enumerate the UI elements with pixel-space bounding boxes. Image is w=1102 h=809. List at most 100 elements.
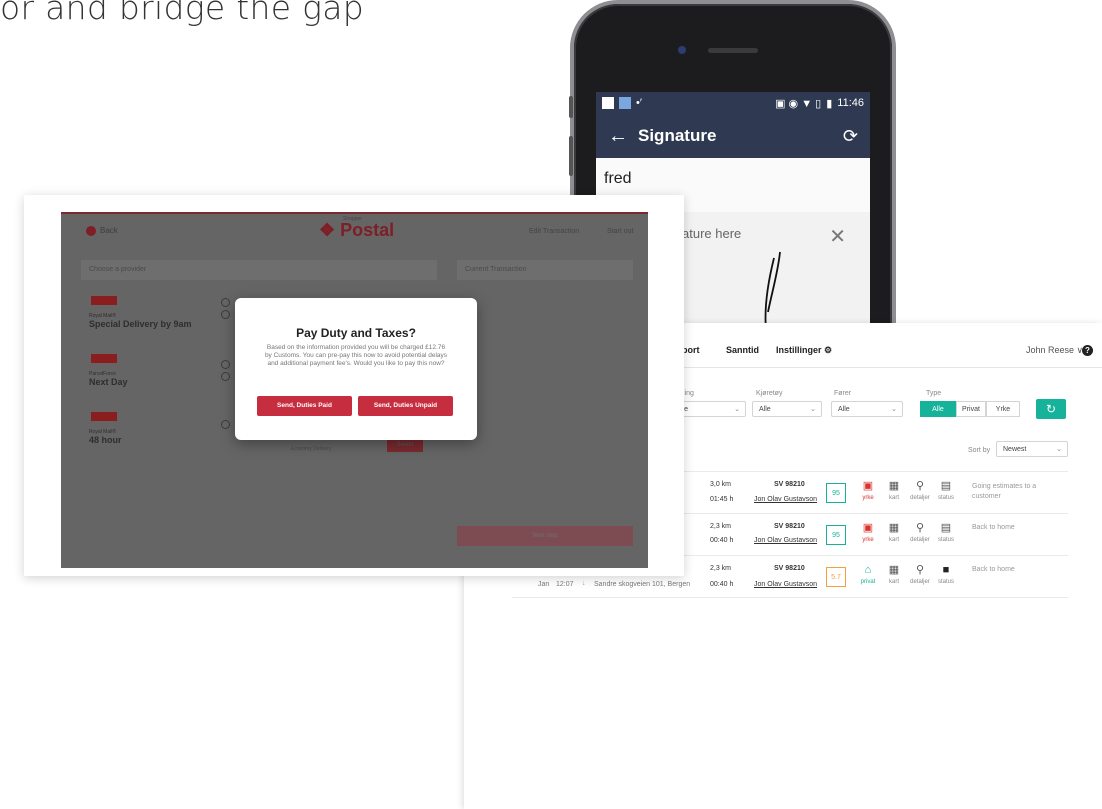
- map-icon: ▦: [888, 480, 900, 492]
- nav-tab-sanntid[interactable]: Sanntid: [726, 345, 759, 355]
- back-button[interactable]: Back: [86, 226, 118, 236]
- chevron-down-icon: ⌄: [891, 406, 897, 413]
- map-button[interactable]: ▦ kart: [882, 480, 906, 501]
- trip-type-label: yrke: [862, 537, 874, 543]
- status-button[interactable]: ▤ status: [934, 522, 958, 543]
- phone-camera: [678, 46, 686, 54]
- details-button[interactable]: ⚲ detaljer: [908, 564, 932, 585]
- nav-tab-report[interactable]: port: [682, 345, 700, 355]
- notification-icon: [602, 97, 614, 109]
- help-icon[interactable]: ?: [1082, 345, 1093, 356]
- back-icon: [86, 226, 96, 236]
- driver-link[interactable]: Jon Olav Gustavson: [754, 496, 817, 503]
- details-label: detaljer: [910, 579, 930, 585]
- status-label: status: [937, 495, 954, 501]
- wifi-calling-icon: •′: [636, 97, 642, 109]
- provider-option[interactable]: Royal Mail® 48 hour: [89, 412, 122, 445]
- rotate-screen-icon[interactable]: ⟳: [843, 126, 858, 147]
- lock-open-icon: ▤: [940, 480, 952, 492]
- delivery-radio[interactable]: [221, 360, 230, 369]
- filter-label-driver: Fører: [834, 390, 852, 397]
- status-label: status: [937, 537, 954, 543]
- app-bar: ← Signature ⟳: [596, 114, 870, 158]
- delivery-option-label: Economy Delivery: [291, 446, 332, 452]
- nav-tab-instillinger[interactable]: Instillinger ⚙: [776, 345, 832, 356]
- send-duties-unpaid-button[interactable]: Send, Duties Unpaid: [358, 396, 453, 416]
- signal-icons: ▣ ◉ ▼ ▯: [775, 97, 822, 110]
- sort-value: Newest: [1003, 446, 1027, 453]
- next-step-button[interactable]: Next step: [457, 526, 633, 546]
- details-button[interactable]: ⚲ detaljer: [908, 480, 932, 501]
- filter-value-driver: Alle: [838, 406, 850, 413]
- trip-clock: 12:07: [556, 581, 574, 588]
- type-toggle-private[interactable]: Privat: [956, 401, 986, 417]
- map-button[interactable]: ▦ kart: [882, 564, 906, 585]
- delivery-radio[interactable]: [221, 310, 230, 319]
- status-button[interactable]: ▤ status: [934, 480, 958, 501]
- type-toggle-all[interactable]: Alle: [920, 401, 956, 417]
- trip-status: Back to home: [972, 566, 1015, 573]
- map-icon: ▦: [888, 522, 900, 534]
- trip-status: Back to home: [972, 524, 1015, 531]
- trip-type-work: ▣ yrke: [856, 522, 880, 543]
- delivery-radio[interactable]: [221, 420, 230, 429]
- type-toggle-work[interactable]: Yrke: [986, 401, 1020, 417]
- provider-name: Next Day: [89, 377, 128, 387]
- lock-open-icon: ▤: [940, 522, 952, 534]
- trip-type-work: ▣ yrke: [856, 480, 880, 501]
- trip-distance: 2,3 km: [710, 523, 732, 530]
- back-arrow-icon[interactable]: ←: [608, 125, 638, 148]
- status-label: status: [937, 579, 954, 585]
- filter-select-1[interactable]: lle ⌄: [674, 401, 746, 417]
- trip-duration: 01:45 h: [710, 496, 734, 503]
- screen-title: Signature: [638, 126, 717, 145]
- brand-name: Postal: [340, 220, 395, 240]
- sort-select[interactable]: Newest ⌄: [996, 441, 1068, 457]
- trip-type-label: yrke: [862, 495, 874, 501]
- status-button[interactable]: ■ status: [934, 564, 958, 585]
- details-label: detaljer: [910, 495, 930, 501]
- vehicle-plate: SV 98210: [774, 481, 805, 488]
- filter-select-driver[interactable]: Alle ⌄: [831, 401, 903, 417]
- back-label: Back: [100, 226, 118, 236]
- app-notification-icon: [619, 97, 631, 109]
- trip-distance: 2,3 km: [710, 565, 732, 572]
- delivery-radio[interactable]: [221, 372, 230, 381]
- package-icon: ❖: [319, 220, 336, 240]
- modal-body: Based on the information provided you wi…: [264, 344, 448, 367]
- refresh-icon[interactable]: ↻: [1036, 399, 1066, 419]
- phone-speaker: [708, 48, 758, 53]
- arrow-down-icon: ↓: [582, 580, 586, 587]
- edit-transaction-link[interactable]: Edit Transaction: [529, 228, 579, 235]
- send-duties-paid-button[interactable]: Send, Duties Paid: [257, 396, 352, 416]
- provider-name: 48 hour: [89, 435, 122, 445]
- driver-link[interactable]: Jon Olav Gustavson: [754, 537, 817, 544]
- provider-option[interactable]: Royal Mail® Special Delivery by 9am: [89, 296, 192, 329]
- map-button[interactable]: ▦ kart: [882, 522, 906, 543]
- delivery-radio[interactable]: [221, 298, 230, 307]
- driver-link[interactable]: Jon Olav Gustavson: [754, 581, 817, 588]
- provider-option[interactable]: ParcelForce Next Day: [89, 354, 128, 387]
- filter-select-vehicle[interactable]: Alle ⌄: [752, 401, 822, 417]
- details-label: detaljer: [910, 537, 930, 543]
- user-menu[interactable]: John Reese ∨: [1026, 345, 1083, 356]
- select-provider-button[interactable]: Select: [387, 438, 423, 452]
- magnifier-icon: ⚲: [915, 480, 925, 492]
- start-out-link[interactable]: Start out: [607, 228, 633, 235]
- magnifier-icon: ⚲: [915, 522, 925, 534]
- table-bottom-border: [512, 597, 1068, 598]
- postal-logo: Shopper ❖ Postal: [319, 216, 395, 241]
- trip-duration: 00:40 h: [710, 581, 734, 588]
- map-label: kart: [888, 579, 899, 585]
- modal-title: Pay Duty and Taxes?: [296, 326, 416, 340]
- trip-duration: 00:40 h: [710, 537, 734, 544]
- status-time: 11:46: [837, 97, 864, 109]
- briefcase-icon: ▣: [862, 522, 874, 534]
- trip-status: Going estimates to a customer: [972, 483, 1037, 500]
- postal-header: Back Shopper ❖ Postal Edit Transaction S…: [61, 214, 648, 248]
- details-button[interactable]: ⚲ detaljer: [908, 522, 932, 543]
- brand-small: Shopper: [343, 216, 362, 222]
- provider-name: Special Delivery by 9am: [89, 319, 192, 329]
- trip-type-label: privat: [860, 579, 876, 585]
- chevron-down-icon: ⌄: [1056, 446, 1062, 453]
